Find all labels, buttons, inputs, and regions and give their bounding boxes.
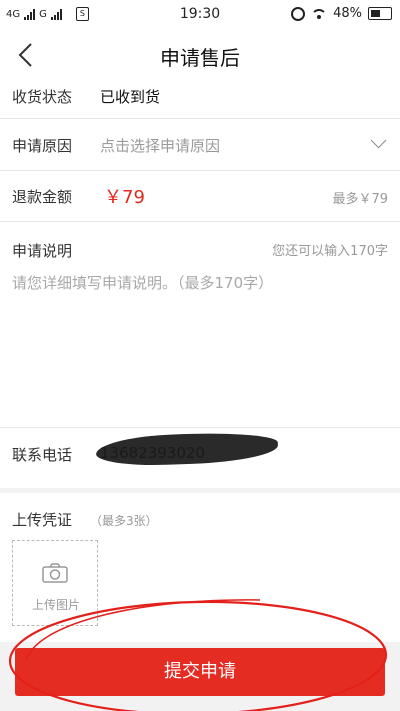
upload-limit-note: （最多3张） (90, 514, 158, 528)
refund-max: 最多￥79 (332, 192, 388, 207)
description-counter: 您还可以输入170字 (272, 244, 388, 259)
after-sale-form: 收货状态 已收到货 申请原因 点击选择申请原因 退款金额 ￥79 最多￥79 申… (0, 80, 400, 488)
receipt-status-label: 收货状态 (12, 88, 73, 106)
reason-placeholder: 点击选择申请原因 (100, 137, 221, 155)
description-label: 申请说明 (12, 242, 73, 260)
upload-title: 上传凭证 (12, 511, 73, 529)
refund-amount: ￥79 (104, 187, 145, 208)
upload-image-label: 上传图片 (31, 598, 80, 612)
reason-select[interactable]: 申请原因 点击选择申请原因 (0, 119, 400, 171)
redaction-mark (95, 430, 279, 468)
upload-image-button[interactable]: 上传图片 (12, 540, 98, 626)
upload-section: 上传凭证 （最多3张） 上传图片 (0, 493, 400, 642)
reason-label: 申请原因 (12, 137, 73, 155)
description-field[interactable]: 申请说明 您还可以输入170字 请您详细填写申请说明。（最多170字） (0, 222, 400, 428)
nav-bar: 申请售后 (0, 30, 400, 80)
alarm-icon (291, 6, 306, 21)
phone-row[interactable]: 联系电话 13682393020 (0, 428, 400, 488)
status-bar: 4G G S 19:30 48% (0, 0, 400, 30)
battery-percent: 48% (333, 6, 362, 21)
camera-icon (42, 563, 68, 583)
page-title: 申请售后 (160, 46, 240, 70)
submit-button[interactable]: 提交申请 (15, 648, 385, 696)
status-right: 48% (291, 6, 392, 21)
wifi-icon (311, 8, 328, 19)
description-input[interactable]: 请您详细填写申请说明。（最多170字） (12, 272, 273, 293)
chevron-down-icon[interactable] (370, 132, 387, 149)
refund-row: 退款金额 ￥79 最多￥79 (0, 171, 400, 222)
refund-label: 退款金额 (12, 188, 73, 206)
phone-label: 联系电话 (12, 446, 73, 464)
battery-icon (368, 7, 392, 20)
receipt-status-row: 收货状态 已收到货 (0, 80, 400, 119)
receipt-status-value: 已收到货 (100, 88, 161, 106)
